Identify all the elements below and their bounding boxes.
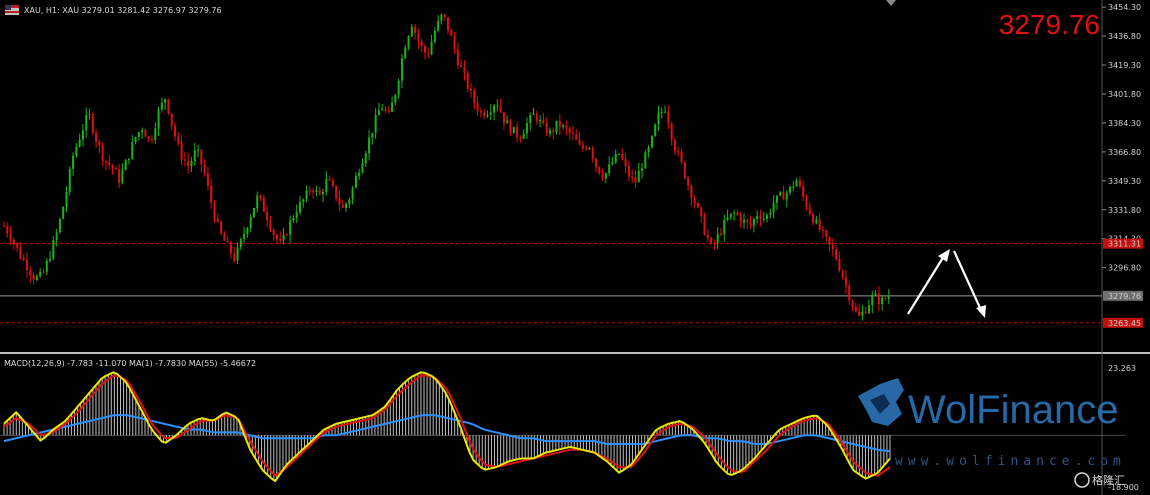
price-tick-label: 3296.80 bbox=[1108, 264, 1141, 273]
current-price-tag-label: 3279.76 bbox=[1108, 292, 1141, 301]
price-tick-label: 3349.30 bbox=[1108, 177, 1141, 186]
candle bbox=[252, 207, 255, 218]
support-level-label: 3263.45 bbox=[1108, 319, 1141, 328]
symbol-info: XAU, H1: XAU 3279.01 3281.42 3276.97 327… bbox=[24, 6, 222, 15]
trading-chart[interactable]: 3454.30 3436.80 3419.30 3401.80 3384.30 3366.… bbox=[0, 0, 1150, 495]
candle bbox=[512, 126, 515, 134]
candle bbox=[644, 150, 647, 169]
macd-indicator-label: MACD(12,26,9) -7.783 -11.070 MA(1) -7.78… bbox=[4, 359, 256, 368]
candle bbox=[650, 135, 653, 149]
price-tick-label: 3436.80 bbox=[1108, 32, 1141, 41]
candle bbox=[62, 206, 65, 220]
resistance-level-label: 3311.31 bbox=[1108, 240, 1141, 249]
gelonghui-label: 格隆汇 bbox=[1092, 473, 1125, 487]
price-tick-label: 3454.30 bbox=[1108, 3, 1141, 12]
watermark-url: www.wolfinance.com bbox=[895, 454, 1126, 469]
price-tick-label: 3401.80 bbox=[1108, 90, 1141, 99]
candle bbox=[91, 111, 94, 136]
price-tick-label: 3331.80 bbox=[1108, 206, 1141, 215]
candle bbox=[220, 220, 223, 236]
candle bbox=[509, 119, 512, 136]
price-panel bbox=[0, 0, 1102, 352]
watermark-brand: WolFinance bbox=[908, 388, 1118, 432]
candle bbox=[58, 217, 61, 235]
candle bbox=[683, 161, 686, 180]
macd-tick-label: 23.263 bbox=[1108, 364, 1136, 373]
price-tick-label: 3419.30 bbox=[1108, 61, 1141, 70]
price-tick-label: 3366.80 bbox=[1108, 148, 1141, 157]
symbol-flag-icon bbox=[5, 5, 19, 15]
candle bbox=[124, 158, 127, 171]
candle bbox=[654, 123, 657, 137]
price-tick-label: 3384.30 bbox=[1108, 119, 1141, 128]
candle bbox=[466, 70, 469, 92]
current-price-large: 3279.76 bbox=[999, 9, 1100, 40]
candle bbox=[68, 166, 71, 196]
candle bbox=[167, 98, 170, 116]
